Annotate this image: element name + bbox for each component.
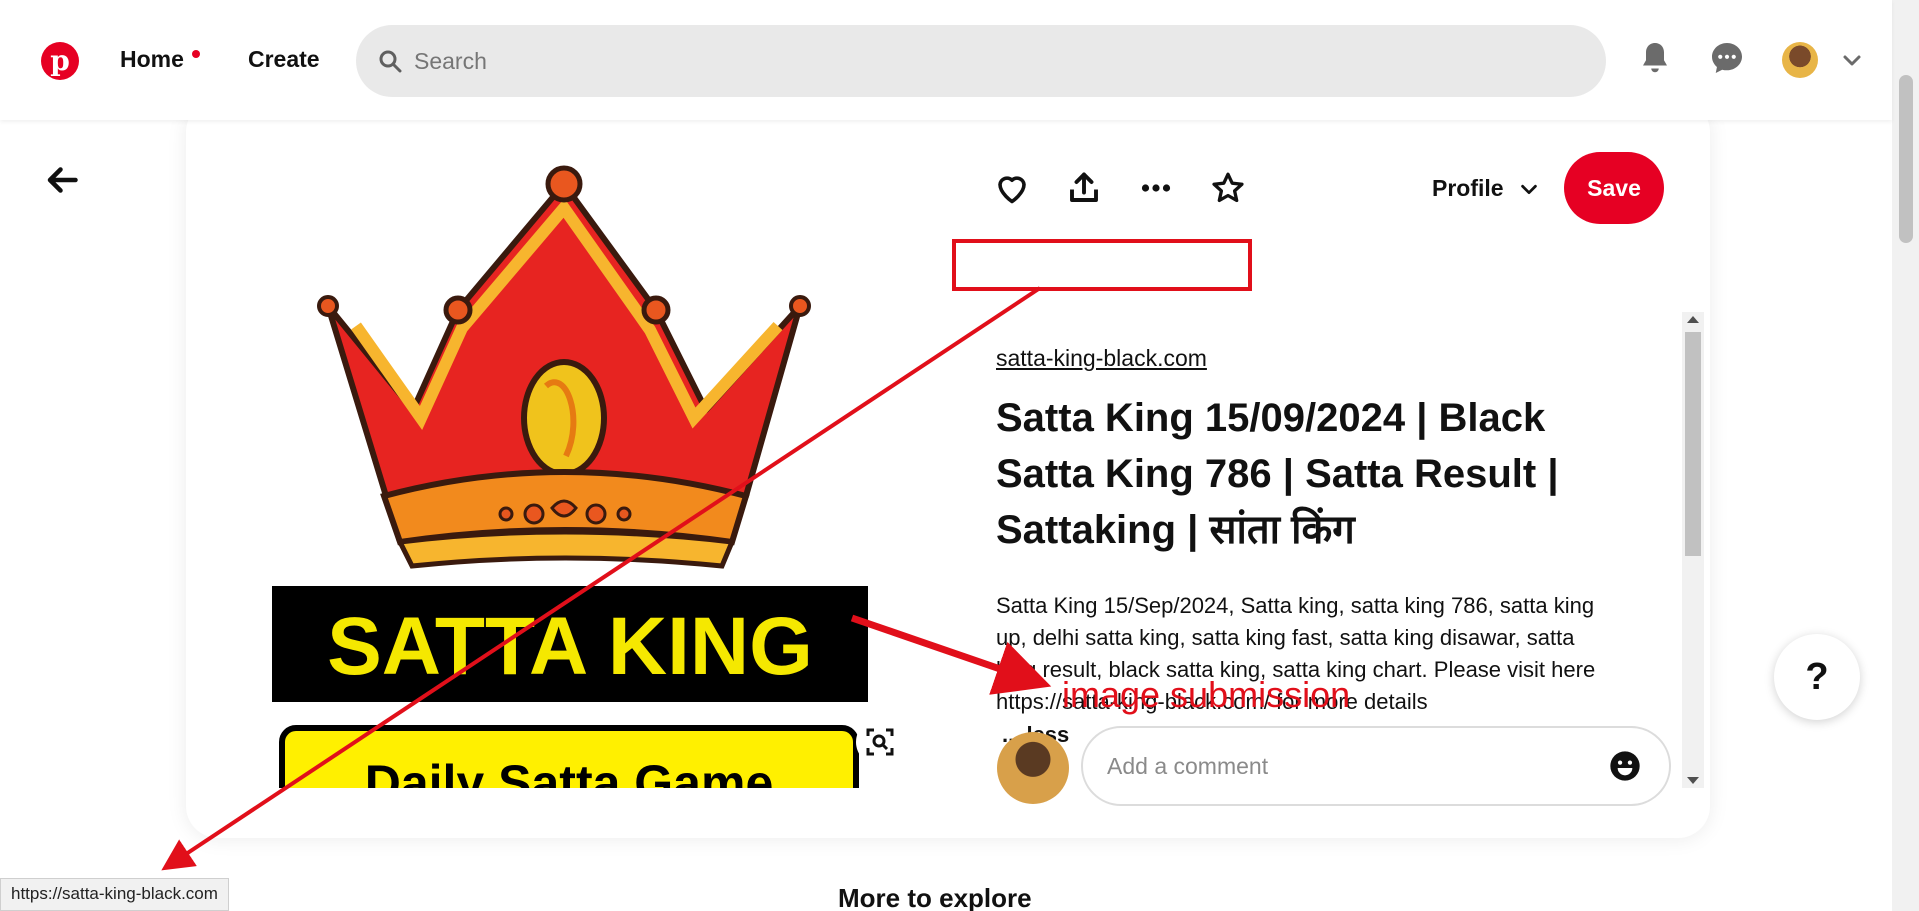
top-header: p Home Create — [0, 0, 1892, 120]
emoji-icon[interactable] — [1609, 750, 1641, 782]
lens-icon — [866, 728, 894, 756]
pinterest-pin-page: p Home Create Search SATTA KING Daily Sa… — [0, 0, 1919, 911]
profile-select[interactable]: Profile — [1432, 175, 1504, 202]
chevron-down-icon[interactable] — [1518, 178, 1540, 200]
status-bar-url: https://satta-king-black.com — [0, 878, 229, 911]
scroll-down-arrow-icon[interactable] — [1687, 777, 1699, 784]
pin-image[interactable]: SATTA KING Daily Satta Game — [216, 118, 916, 835]
source-link[interactable]: satta-king-black.com — [996, 345, 1207, 372]
commenter-avatar — [997, 732, 1069, 804]
save-button[interactable]: Save — [1564, 152, 1664, 224]
page-scrollbar[interactable] — [1892, 0, 1919, 911]
annotation-highlight-box — [952, 239, 1252, 291]
more-options-icon[interactable] — [1138, 170, 1174, 206]
pin-card: SATTA KING Daily Satta Game Profile Save… — [186, 100, 1710, 838]
search-icon — [379, 50, 402, 73]
share-icon[interactable] — [1066, 170, 1102, 206]
comment-box[interactable] — [1081, 726, 1671, 806]
search-bar[interactable] — [356, 25, 1606, 97]
comment-input[interactable] — [1107, 748, 1587, 784]
chat-icon[interactable] — [1709, 40, 1745, 76]
visual-search-lens[interactable] — [856, 718, 904, 766]
avatar[interactable] — [1782, 42, 1818, 78]
banner-text: SATTA KING — [327, 601, 813, 692]
more-to-explore-heading: More to explore — [838, 883, 1032, 911]
notification-dot — [192, 50, 200, 58]
chevron-down-icon[interactable] — [1840, 48, 1864, 72]
scrollbar-thumb[interactable] — [1899, 75, 1913, 243]
scrollbar-thumb[interactable] — [1685, 332, 1701, 556]
logo-glyph: p — [50, 44, 70, 77]
scroll-up-arrow-icon[interactable] — [1687, 316, 1699, 323]
heart-icon[interactable] — [994, 170, 1030, 206]
crown-logo — [317, 165, 811, 569]
back-arrow-icon[interactable] — [44, 162, 80, 198]
nav-create[interactable]: Create — [248, 46, 320, 73]
sub-banner-text: Daily Satta Game — [365, 755, 774, 788]
annotation-label: image submission — [1062, 674, 1351, 715]
pin-title: Satta King 15/09/2024 | Black Satta King… — [996, 396, 1559, 552]
pinterest-logo-icon[interactable]: p — [41, 42, 79, 80]
details-scrollbar[interactable] — [1682, 312, 1704, 788]
help-button[interactable]: ? — [1774, 634, 1860, 720]
pin-image-graphic: SATTA KING Daily Satta Game — [272, 165, 868, 835]
bell-icon[interactable] — [1637, 40, 1673, 76]
star-icon[interactable] — [1210, 170, 1246, 206]
nav-home[interactable]: Home — [120, 46, 184, 73]
search-input[interactable] — [414, 43, 1564, 79]
